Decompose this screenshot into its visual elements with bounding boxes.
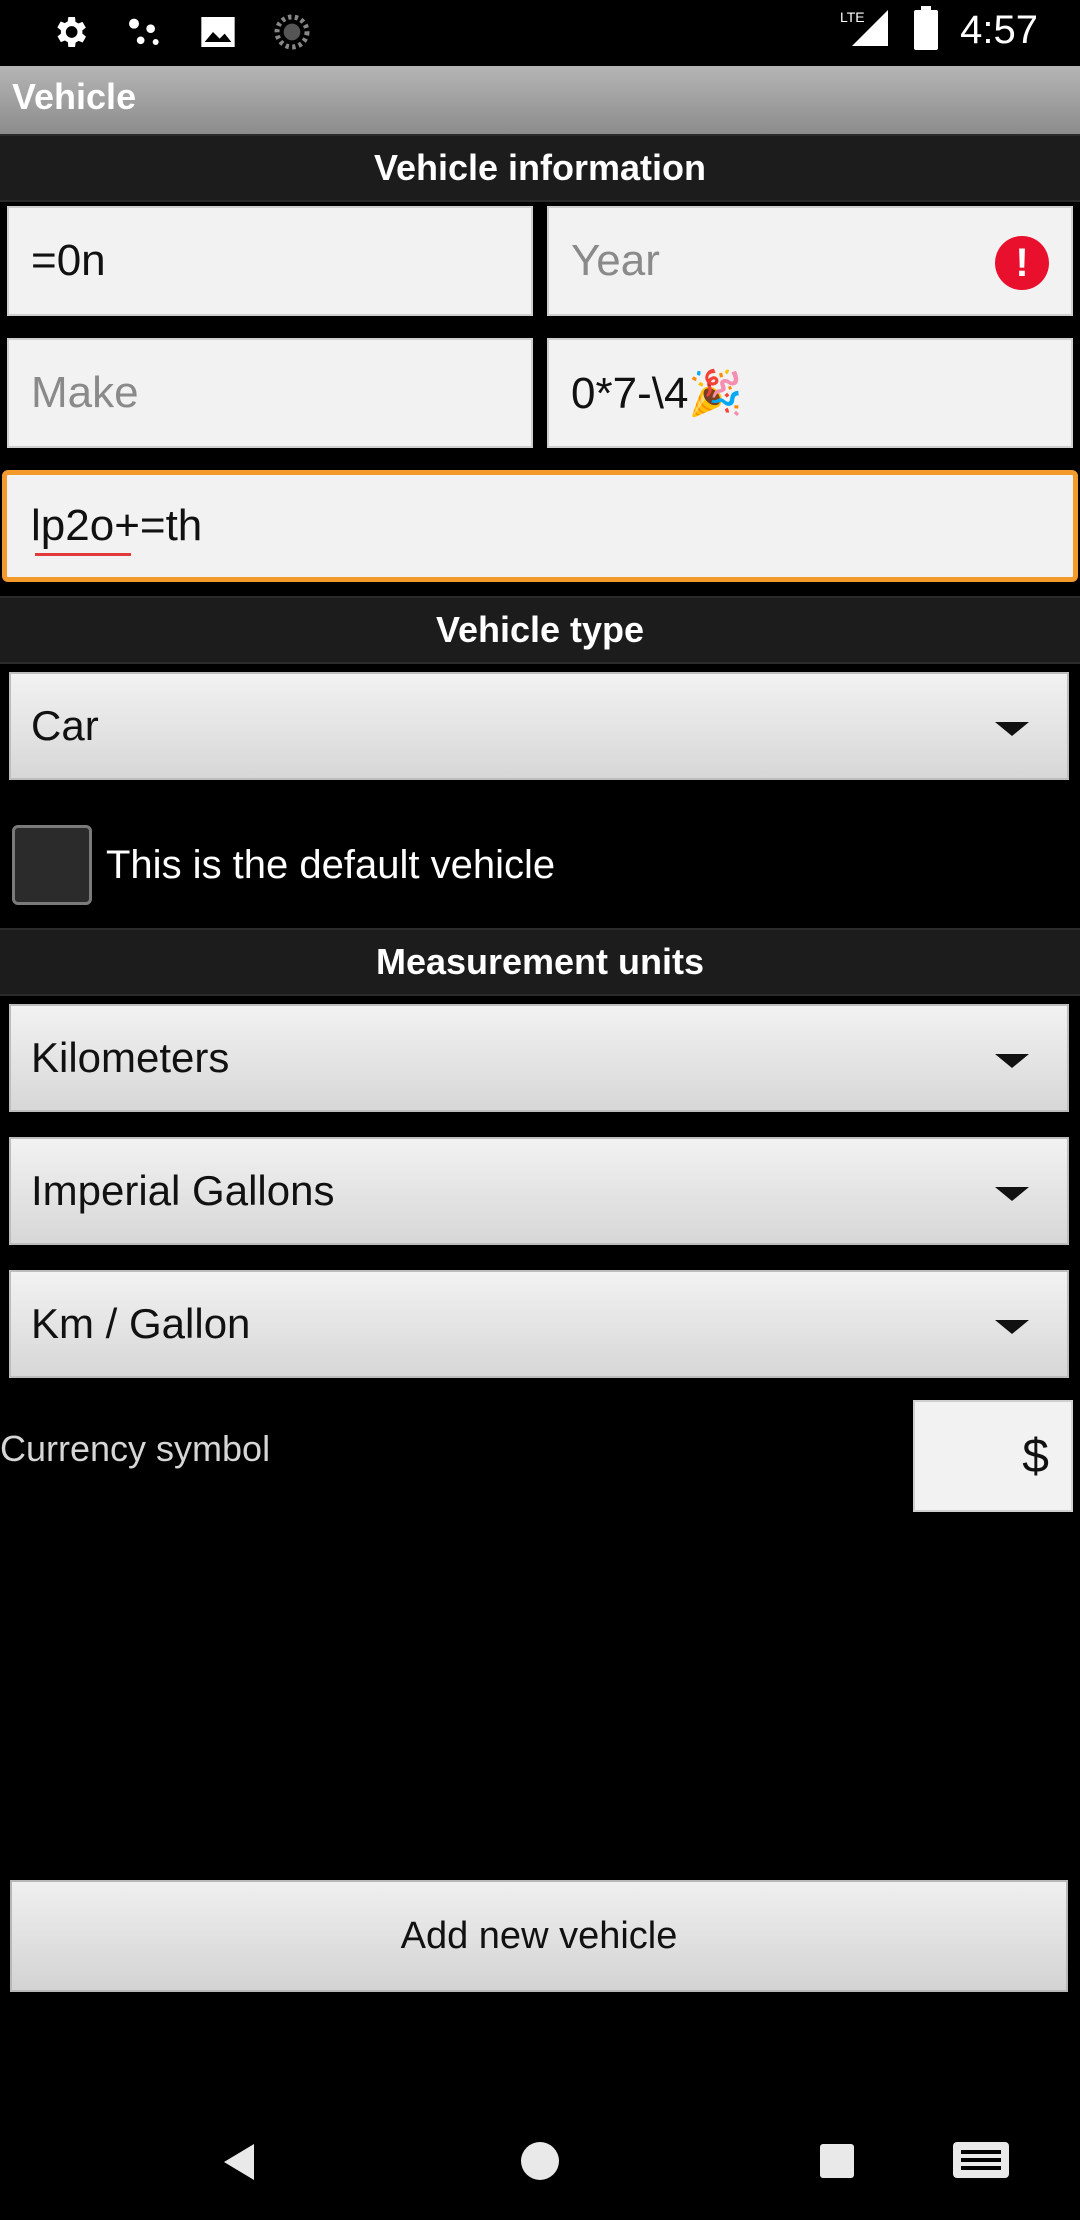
volume-unit-value: Imperial Gallons — [31, 1167, 335, 1214]
name-value: =0n — [31, 236, 106, 285]
clock: 4:57 — [960, 8, 1038, 52]
default-vehicle-row[interactable]: This is the default vehicle — [12, 822, 555, 908]
section-title: Measurement units — [375, 941, 705, 982]
app-bar: Vehicle — [0, 66, 1080, 136]
distance-unit-dropdown[interactable]: Kilometers — [9, 1004, 1069, 1112]
vehicle-type-value: Car — [31, 702, 99, 749]
network-type: LTE — [840, 9, 865, 25]
default-vehicle-label: This is the default vehicle — [106, 842, 556, 887]
back-icon[interactable] — [224, 2144, 254, 2180]
section-measurement-units: Measurement units — [0, 928, 1080, 996]
default-vehicle-checkbox[interactable] — [12, 825, 92, 905]
model-value: 0*7-\4🎉 — [571, 369, 744, 418]
economy-unit-value: Km / Gallon — [31, 1300, 251, 1347]
chevron-down-icon — [995, 1187, 1029, 1201]
signal-icon: LTE — [840, 6, 892, 55]
make-placeholder: Make — [31, 368, 139, 417]
section-title: Vehicle information — [373, 147, 707, 188]
section-vehicle-information: Vehicle information — [0, 134, 1080, 202]
make-field[interactable]: Make — [7, 338, 533, 448]
keyboard-icon[interactable] — [953, 2142, 1009, 2178]
extra-value: lp2o+=th — [31, 501, 203, 550]
model-field[interactable]: 0*7-\4🎉 — [547, 338, 1073, 448]
name-field[interactable]: =0n — [7, 206, 533, 316]
distance-unit-value: Kilometers — [31, 1034, 230, 1081]
status-right: LTE 4:57 — [840, 6, 1038, 55]
chevron-down-icon — [995, 1320, 1029, 1334]
add-new-vehicle-label: Add new vehicle — [400, 1914, 678, 1957]
dots-icon — [122, 10, 166, 54]
volume-unit-dropdown[interactable]: Imperial Gallons — [9, 1137, 1069, 1245]
vehicle-type-dropdown[interactable]: Car — [9, 672, 1069, 780]
status-left-icons — [48, 10, 314, 54]
gear-icon — [48, 10, 92, 54]
economy-unit-dropdown[interactable]: Km / Gallon — [9, 1270, 1069, 1378]
image-icon — [196, 10, 240, 54]
loading-icon — [270, 10, 314, 54]
chevron-down-icon — [995, 722, 1029, 736]
status-bar: LTE 4:57 — [0, 0, 1080, 66]
currency-value: $ — [1022, 1429, 1049, 1483]
navigation-bar — [0, 2100, 1080, 2220]
currency-label: Currency symbol — [0, 1428, 271, 1469]
home-icon[interactable] — [521, 2142, 559, 2180]
spellcheck-underline — [35, 553, 131, 556]
page-title: Vehicle — [12, 76, 137, 117]
chevron-down-icon — [995, 1054, 1029, 1068]
section-title: Vehicle type — [435, 609, 645, 650]
year-field[interactable]: Year ! — [547, 206, 1073, 316]
recent-apps-icon[interactable] — [820, 2144, 854, 2178]
year-placeholder: Year — [571, 236, 660, 285]
extra-field[interactable]: lp2o+=th — [2, 470, 1078, 582]
add-new-vehicle-button[interactable]: Add new vehicle — [10, 1880, 1068, 1992]
section-vehicle-type: Vehicle type — [0, 596, 1080, 664]
error-icon[interactable]: ! — [995, 236, 1049, 290]
currency-input[interactable]: $ — [913, 1400, 1073, 1512]
battery-icon — [914, 6, 939, 55]
